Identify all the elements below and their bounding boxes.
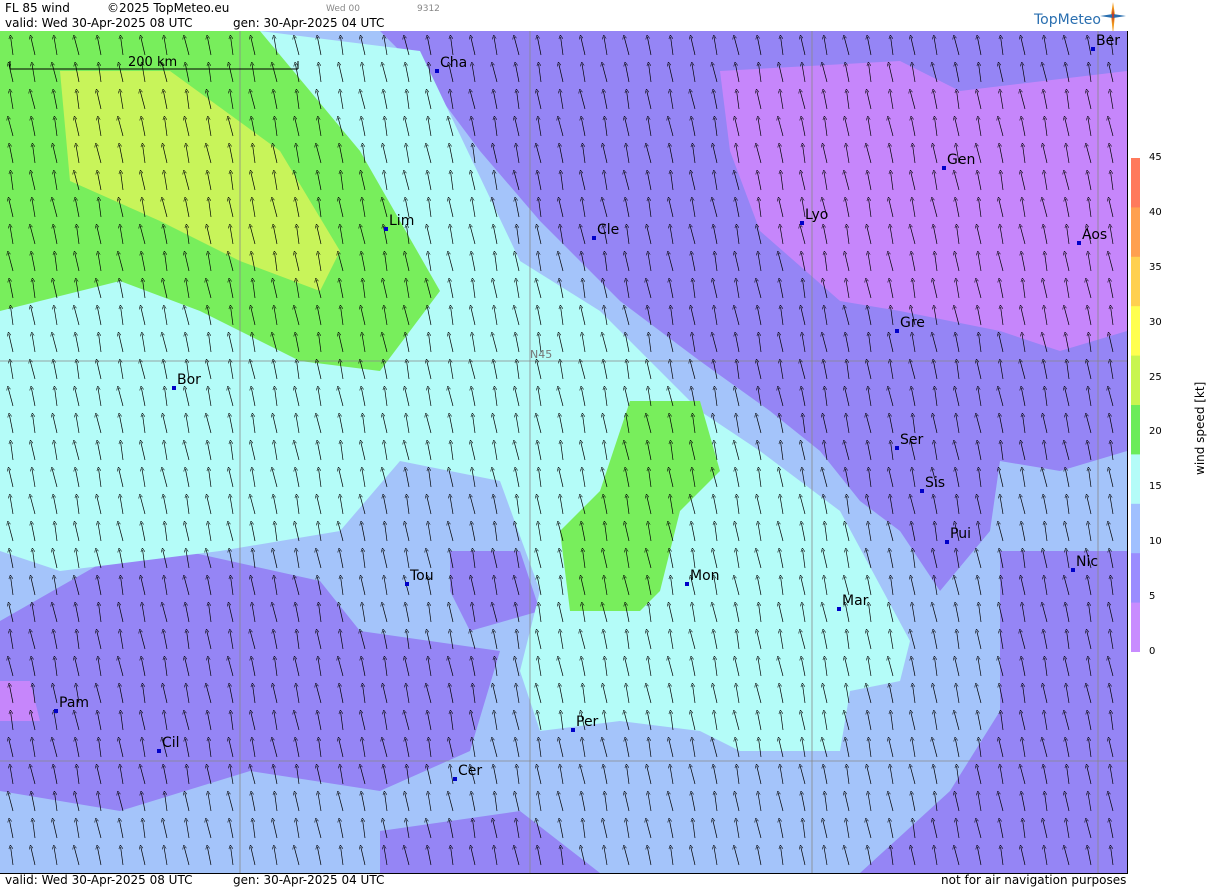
- city-label-lim: Lim: [384, 213, 414, 231]
- colorbar-tick-label: 5: [1149, 591, 1156, 603]
- colorbar-tick-label: 15: [1149, 481, 1162, 493]
- colorbar-segment: [1131, 256, 1140, 307]
- topmeteo-logo: TopMeteo: [1034, 12, 1101, 28]
- city-label-lyo: Lyo: [800, 207, 828, 225]
- city-label-pui: Pui: [945, 526, 971, 544]
- city-label-cil: Cil: [157, 735, 180, 753]
- colorbar-tick-label: 30: [1149, 316, 1162, 328]
- valid-time: valid: Wed 30-Apr-2025 08 UTC: [5, 16, 193, 30]
- colorbar-tick-label: 45: [1149, 152, 1162, 163]
- scale-bar-label: 200 km: [128, 55, 177, 70]
- city-label-cer: Cer: [453, 763, 482, 781]
- latitude-label: N45: [530, 348, 552, 361]
- city-label-mar: Mar: [837, 593, 868, 611]
- city-label-bor: Bor: [172, 372, 201, 390]
- copyright: ©2025 TopMeteo.eu: [107, 1, 230, 15]
- colorbar-segment: [1131, 405, 1140, 455]
- city-label-gen: Gen: [942, 152, 975, 170]
- city-label-ser: Ser: [895, 432, 923, 450]
- product-title: FL 85 wind: [5, 1, 70, 15]
- city-label-pam: Pam: [54, 695, 89, 713]
- footer-valid-time: valid: Wed 30-Apr-2025 08 UTC: [5, 873, 193, 887]
- colorbar-tick-label: 20: [1149, 426, 1162, 438]
- generated-time: gen: 30-Apr-2025 04 UTC: [233, 16, 385, 30]
- city-label-sis: Sis: [920, 475, 945, 493]
- small-time: Wed 00: [326, 4, 360, 14]
- colorbar-tick-label: 25: [1149, 371, 1162, 383]
- city-label-mon: Mon: [685, 568, 720, 586]
- colorbar-tick-label: 0: [1149, 646, 1156, 657]
- city-label-cle: Cle: [592, 222, 619, 240]
- city-label-gre: Gre: [895, 315, 925, 333]
- colorbar-title: wind speed [kt]: [1193, 381, 1207, 475]
- small-code: 9312: [417, 4, 440, 14]
- colorbar-segment: [1131, 602, 1140, 652]
- colorbar-segment: [1131, 454, 1140, 505]
- colorbar-segment: [1131, 207, 1140, 258]
- disclaimer: not for air navigation purposes: [941, 873, 1127, 887]
- city-label-nic: Nic: [1071, 554, 1098, 572]
- wind-speed-colorbar: [1131, 158, 1140, 652]
- city-label-per: Per: [571, 714, 598, 732]
- colorbar-tick-label: 35: [1149, 261, 1162, 273]
- colorbar-segment: [1131, 553, 1140, 604]
- colorbar-segment: [1131, 355, 1140, 406]
- city-label-ber: Ber: [1091, 33, 1120, 51]
- city-label-aos: Aos: [1077, 227, 1107, 245]
- colorbar-segment: [1131, 306, 1140, 357]
- city-label-tou: Tou: [405, 568, 434, 586]
- colorbar-tick-label: 10: [1149, 536, 1162, 548]
- colorbar-segment: [1131, 503, 1140, 554]
- city-label-cha: Cha: [435, 55, 467, 73]
- footer-generated-time: gen: 30-Apr-2025 04 UTC: [233, 873, 385, 887]
- colorbar-segment: [1131, 158, 1140, 208]
- compass-star-icon: [1100, 2, 1126, 34]
- colorbar-tick-label: 40: [1149, 206, 1162, 218]
